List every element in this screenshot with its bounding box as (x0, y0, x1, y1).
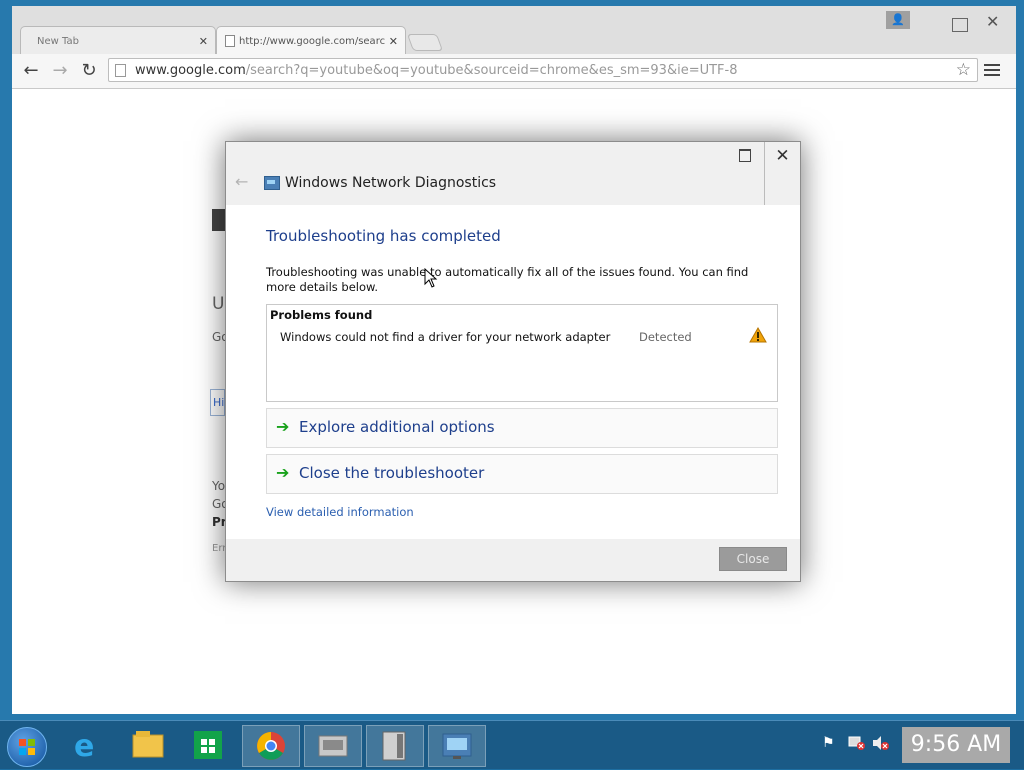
back-arrow-icon[interactable]: ← (235, 172, 248, 191)
network-diagnostics-dialog: ✕ ← Windows Network Diagnostics Troubles… (225, 141, 801, 582)
network-diagnostics-icon (264, 176, 280, 190)
problem-status: Detected (639, 330, 692, 344)
close-button[interactable]: Close (719, 547, 787, 571)
dialog-close-icon[interactable]: ✕ (764, 142, 800, 205)
close-troubleshooter-option[interactable]: ➔ Close the troubleshooter (266, 454, 778, 494)
page-icon (225, 35, 235, 47)
warning-icon (749, 327, 767, 343)
server-app-icon[interactable] (366, 725, 424, 767)
back-arrow-icon[interactable]: ← (20, 60, 42, 82)
file-explorer-icon[interactable] (120, 725, 176, 765)
taskbar-clock[interactable]: 9:56 AM (902, 727, 1010, 763)
chrome-icon[interactable] (242, 725, 300, 767)
dialog-title: Windows Network Diagnostics (285, 175, 497, 191)
internet-explorer-icon[interactable]: e (60, 725, 116, 765)
problem-text: Windows could not find a driver for your… (280, 330, 611, 344)
mouse-cursor-icon (424, 268, 438, 288)
profile-icon[interactable]: 👤 (886, 11, 910, 29)
maximize-icon[interactable] (952, 18, 968, 32)
problems-title: Problems found (270, 308, 373, 322)
background-image-fragment (212, 209, 226, 231)
new-tab-button[interactable] (406, 34, 444, 51)
tab-close-icon[interactable]: ✕ (389, 35, 398, 48)
background-link[interactable]: Hi (210, 389, 226, 416)
explore-additional-options[interactable]: ➔ Explore additional options (266, 408, 778, 448)
green-arrow-icon: ➔ (276, 463, 290, 482)
forward-arrow-icon[interactable]: → (49, 60, 71, 82)
green-arrow-icon: ➔ (276, 417, 290, 436)
tab-close-icon[interactable]: ✕ (199, 35, 208, 48)
address-bar[interactable]: www.google.com/search?q=youtube&oq=youtu… (108, 58, 978, 82)
background-text: Yo (212, 479, 226, 493)
result-heading: Troubleshooting has completed (266, 227, 501, 245)
taskbar: e ⚑ 9:56 AM (0, 720, 1024, 769)
bookmark-star-icon[interactable]: ☆ (956, 60, 971, 80)
option-label: Explore additional options (299, 418, 495, 436)
page-icon (115, 64, 126, 77)
tab-google-search[interactable]: http://www.google.com/searc ✕ (216, 26, 406, 54)
start-button[interactable] (7, 727, 47, 767)
network-app-icon[interactable] (304, 725, 362, 767)
network-error-icon[interactable] (848, 735, 866, 755)
network-diagnostics-taskbar-icon[interactable] (428, 725, 486, 767)
reload-icon[interactable]: ↻ (78, 60, 100, 82)
menu-icon[interactable] (984, 61, 1000, 79)
problems-panel: Problems found Windows could not find a … (266, 304, 778, 402)
svg-text:e: e (74, 729, 94, 764)
tab-label: New Tab (37, 36, 79, 47)
store-icon[interactable] (180, 725, 236, 765)
dialog-footer: Close (226, 539, 800, 581)
tab-new-tab[interactable]: New Tab ✕ (20, 26, 216, 54)
volume-muted-icon[interactable] (872, 735, 890, 755)
tab-label: http://www.google.com/searc (239, 36, 386, 47)
windows-logo-icon (19, 739, 35, 755)
maximize-icon[interactable] (739, 149, 751, 162)
browser-toolbar: ← → ↻ www.google.com/search?q=youtube&oq… (12, 54, 1016, 89)
address-text: www.google.com/search?q=youtube&oq=youtu… (135, 63, 738, 78)
background-text: U (212, 294, 225, 314)
action-center-flag-icon[interactable]: ⚑ (822, 735, 835, 751)
dialog-header: ✕ ← Windows Network Diagnostics (226, 142, 800, 205)
result-description: Troubleshooting was unable to automatica… (266, 265, 749, 294)
view-detailed-information-link[interactable]: View detailed information (266, 505, 414, 519)
option-label: Close the troubleshooter (299, 464, 485, 482)
chrome-titlebar: New Tab ✕ http://www.google.com/searc ✕ … (12, 6, 1016, 54)
close-window-icon[interactable]: ✕ (986, 12, 999, 31)
